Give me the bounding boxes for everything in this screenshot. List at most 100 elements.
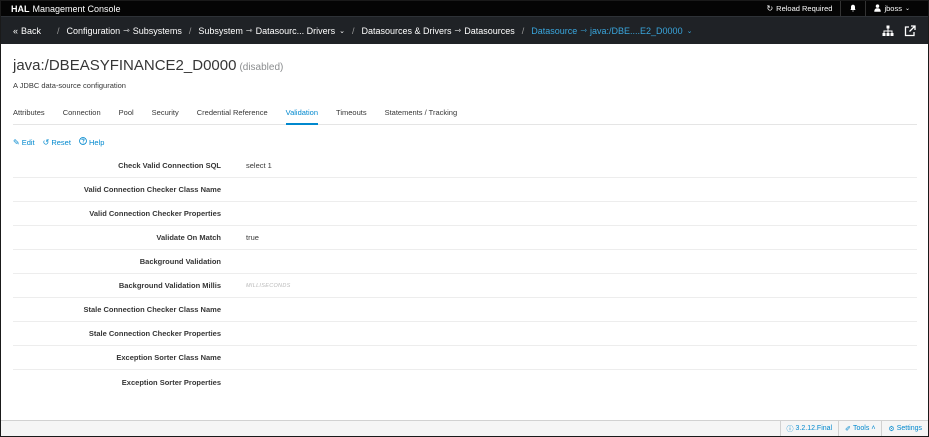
attribute-row: Background Validation [13, 250, 917, 274]
crumb-value: Datasources [464, 25, 515, 36]
brand-name: Management Console [32, 3, 121, 14]
user-name: jboss [884, 4, 902, 13]
attribute-row: Valid Connection Checker Properties [13, 202, 917, 226]
tab-connection[interactable]: Connection [63, 106, 101, 124]
info-circle-icon: ⓘ [786, 425, 794, 433]
crumb-key: Configuration [66, 25, 121, 36]
attribute-row: Background Validation Millis MILLISECOND… [13, 274, 917, 298]
attribute-row: Check Valid Connection SQL select 1 [13, 154, 917, 178]
tools-menu[interactable]: ✐ Tools ˄ [838, 421, 881, 436]
chevron-down-icon: ⌄ [904, 5, 910, 12]
arrow-right-icon: ⇾ [454, 26, 462, 35]
version-link[interactable]: ⓘ 3.2.12.Final [779, 421, 839, 436]
crumb-datasource[interactable]: Datasource ⇾ java:/DBE....E2_D0000 ⌄ [531, 26, 692, 36]
wrench-icon: ✐ [845, 425, 851, 433]
app-title: HAL Management Console [11, 4, 121, 14]
crumb-value: Datasourc... Drivers [255, 25, 336, 36]
settings-label: Settings [896, 425, 922, 432]
attribute-label: Valid Connection Checker Properties [89, 209, 221, 218]
breadcrumb: « Back / Configuration ⇾ Subsystems / Su… [1, 16, 928, 44]
page-title: java:/DBEASYFINANCE2_D0000 [13, 57, 237, 74]
attribute-row: Exception Sorter Class Name [13, 346, 917, 370]
attribute-label: Validate On Match [156, 233, 221, 242]
gears-icon: ⚙ [888, 425, 895, 433]
attribute-label: Check Valid Connection SQL [118, 161, 221, 170]
attribute-label: Background Validation [139, 257, 221, 266]
tab-timeouts[interactable]: Timeouts [336, 106, 367, 124]
tab-pool[interactable]: Pool [119, 106, 134, 124]
double-chevron-left-icon: « [13, 25, 19, 36]
attribute-row: Exception Sorter Properties [13, 370, 917, 394]
sitemap-icon[interactable] [882, 25, 894, 37]
attribute-row: Validate On Match true [13, 226, 917, 250]
help-link[interactable]: Help [79, 137, 104, 147]
crumb-divider: / [351, 25, 355, 36]
page-header: java:/DBEASYFINANCE2_D0000 (disabled) [13, 57, 917, 74]
reload-required-button[interactable]: ↻ Reload Required [758, 1, 840, 16]
crumb-value: Subsystems [132, 25, 182, 36]
reset-label: Reset [51, 137, 71, 147]
attribute-label: Exception Sorter Properties [121, 377, 221, 387]
pencil-icon: ✎ [13, 137, 20, 147]
attribute-row: Valid Connection Checker Class Name [13, 178, 917, 202]
tab-bar: Attributes Connection Pool Security Cred… [13, 106, 917, 125]
crumb-subsystem[interactable]: Subsystem ⇾ Datasourc... Drivers ⌄ [198, 26, 345, 36]
tab-security[interactable]: Security [152, 106, 179, 124]
status-badge: (disabled) [239, 62, 284, 73]
crumb-divider: / [57, 25, 60, 36]
attribute-row: Stale Connection Checker Properties [13, 322, 917, 346]
tab-statements-tracking[interactable]: Statements / Tracking [385, 106, 458, 124]
crumb-key: Datasource [531, 25, 578, 36]
attribute-value: true [246, 233, 259, 242]
attribute-label: Valid Connection Checker Class Name [83, 185, 221, 194]
tab-validation[interactable]: Validation [285, 106, 319, 125]
brand-bar: HAL Management Console ↻ Reload Required … [1, 1, 928, 16]
crumb-divider: / [188, 25, 192, 36]
chevron-up-icon: ˄ [871, 425, 876, 432]
attribute-label: Background Validation Millis [118, 281, 221, 290]
user-menu[interactable]: jboss ⌄ [865, 1, 918, 16]
crumb-key: Datasources & Drivers [361, 25, 452, 36]
tab-credential-reference[interactable]: Credential Reference [197, 106, 268, 124]
refresh-icon: ↻ [766, 3, 774, 13]
crumb-divider: / [521, 25, 525, 36]
footer-bar: ⓘ 3.2.12.Final ✐ Tools ˄ ⚙ Settings [1, 420, 928, 436]
attribute-label: Stale Connection Checker Class Name [83, 305, 221, 314]
attribute-label: Stale Connection Checker Properties [88, 329, 221, 338]
chevron-down-icon: ⌄ [686, 27, 693, 35]
crumb-configuration[interactable]: Configuration ⇾ Subsystems [67, 26, 182, 36]
user-icon [874, 3, 882, 14]
crumb-datasources-drivers[interactable]: Datasources & Drivers ⇾ Datasources [362, 26, 515, 36]
reset-link[interactable]: ↺ Reset [43, 137, 71, 147]
form-toolbar: ✎ Edit ↺ Reset Help [13, 137, 917, 147]
version-label: 3.2.12.Final [795, 425, 833, 432]
tools-label: Tools [852, 425, 870, 432]
question-circle-icon [79, 137, 87, 147]
settings-button[interactable]: ⚙ Settings [881, 421, 928, 436]
edit-label: Edit [21, 137, 35, 147]
arrow-right-icon: ⇾ [580, 26, 588, 35]
app-window: HAL Management Console ↻ Reload Required … [0, 0, 929, 437]
arrow-right-icon: ⇾ [123, 26, 130, 35]
notifications-button[interactable] [840, 1, 865, 16]
undo-icon: ↺ [42, 137, 50, 147]
arrow-right-icon: ⇾ [245, 26, 253, 35]
attribute-placeholder: MILLISECONDS [246, 282, 291, 289]
attribute-value: select 1 [246, 161, 272, 170]
edit-link[interactable]: ✎ Edit [13, 137, 35, 147]
main-content: java:/DBEASYFINANCE2_D0000 (disabled) A … [13, 51, 917, 394]
attribute-label: Exception Sorter Class Name [116, 353, 221, 362]
back-link[interactable]: « Back [13, 26, 41, 36]
bell-icon [849, 4, 857, 14]
reload-label: Reload Required [776, 4, 833, 13]
attribute-list: Check Valid Connection SQL select 1 Vali… [13, 154, 917, 394]
help-label: Help [88, 137, 105, 147]
page-description: A JDBC data-source configuration [13, 81, 126, 90]
crumb-value: java:/DBE....E2_D0000 [590, 25, 683, 36]
crumb-key: Subsystem [198, 25, 243, 36]
back-label: Back [21, 25, 42, 36]
chevron-down-icon: ⌄ [339, 27, 345, 35]
attribute-row: Stale Connection Checker Class Name [13, 298, 917, 322]
tab-attributes[interactable]: Attributes [13, 106, 45, 124]
external-link-icon[interactable] [904, 24, 916, 37]
